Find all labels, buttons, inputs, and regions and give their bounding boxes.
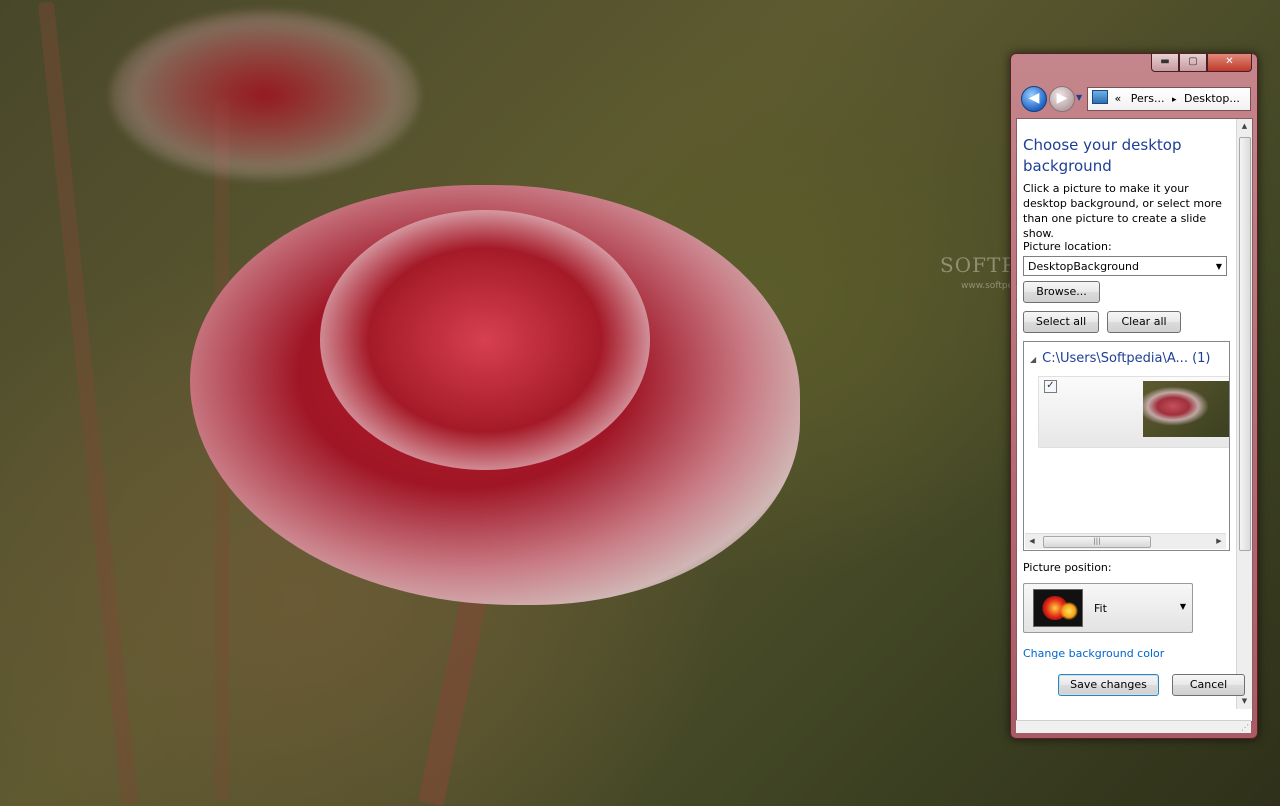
gallery-horizontal-scrollbar[interactable]: ◀ ||| ▶ bbox=[1025, 533, 1226, 549]
picture-location-value: DesktopBackground bbox=[1028, 260, 1139, 273]
vertical-scrollbar[interactable]: ▲ ▼ bbox=[1236, 119, 1252, 709]
collapse-triangle-icon[interactable]: ◢ bbox=[1030, 355, 1036, 364]
picture-tile[interactable]: ✓ bbox=[1038, 376, 1229, 448]
picture-location-select[interactable]: DesktopBackground ▼ bbox=[1023, 256, 1227, 276]
breadcrumb-separator-icon: ▸ bbox=[1172, 95, 1177, 105]
scroll-left-icon[interactable]: ◀ bbox=[1025, 534, 1039, 549]
scroll-right-icon[interactable]: ▶ bbox=[1212, 534, 1226, 549]
gallery-group-header[interactable]: ◢ C:\Users\Softpedia\A... (1) bbox=[1030, 351, 1211, 366]
breadcrumb-desktop-background[interactable]: Desktop... bbox=[1184, 92, 1240, 105]
scroll-down-icon[interactable]: ▼ bbox=[1237, 694, 1252, 709]
horizontal-scroll-thumb[interactable]: ||| bbox=[1043, 536, 1151, 548]
rose-stem bbox=[417, 589, 489, 806]
maximize-button[interactable]: ▢ bbox=[1179, 54, 1207, 72]
minimize-button[interactable]: ▬ bbox=[1151, 54, 1179, 72]
picture-position-select[interactable]: Fit ▼ bbox=[1023, 583, 1193, 633]
rose-thumbnail-image[interactable] bbox=[1143, 381, 1229, 437]
recent-pages-dropdown-icon[interactable]: ▼ bbox=[1076, 93, 1082, 102]
picture-location-label: Picture location: bbox=[1023, 240, 1112, 253]
control-panel-icon bbox=[1092, 90, 1108, 104]
gallery-group-title: C:\Users\Softpedia\A... (1) bbox=[1042, 351, 1211, 366]
breadcrumb-personalization[interactable]: Pers... bbox=[1131, 92, 1165, 105]
page-description: Click a picture to make it your desktop … bbox=[1023, 182, 1222, 240]
save-changes-button[interactable]: Save changes bbox=[1058, 674, 1159, 696]
scroll-up-icon[interactable]: ▲ bbox=[1237, 119, 1252, 134]
resize-grip-icon[interactable]: ⋰ bbox=[1241, 723, 1249, 732]
chevron-down-icon: ▼ bbox=[1179, 602, 1186, 611]
change-background-color-link[interactable]: Change background color bbox=[1023, 647, 1164, 660]
page-title: Choose your desktop background bbox=[1023, 136, 1182, 175]
background-rose-bud bbox=[110, 10, 420, 180]
browse-button[interactable]: Browse... bbox=[1023, 281, 1100, 303]
clear-all-button[interactable]: Clear all bbox=[1107, 311, 1181, 333]
cancel-button[interactable]: Cancel bbox=[1172, 674, 1245, 696]
vertical-scroll-thumb[interactable] bbox=[1239, 137, 1251, 551]
back-arrow-icon[interactable]: ◀ bbox=[1021, 86, 1047, 112]
picture-position-label: Picture position: bbox=[1023, 561, 1112, 574]
content-pane: Choose your desktop background Click a p… bbox=[1016, 118, 1253, 722]
personalization-window: ▬ ▢ ✕ ◀ ▶ ▼ « Pers... ▸ Desktop... Choos… bbox=[1010, 53, 1258, 739]
picture-gallery: ◢ C:\Users\Softpedia\A... (1) ✓ ◀ ||| ▶ bbox=[1023, 341, 1230, 551]
picture-checkbox[interactable]: ✓ bbox=[1044, 380, 1057, 393]
breadcrumb-overflow[interactable]: « bbox=[1115, 92, 1122, 105]
position-preview-icon bbox=[1033, 589, 1083, 627]
navigation-bar: ◀ ▶ ▼ « Pers... ▸ Desktop... bbox=[1019, 84, 1251, 112]
close-button[interactable]: ✕ bbox=[1207, 54, 1252, 72]
chevron-down-icon: ▼ bbox=[1215, 262, 1222, 271]
select-all-button[interactable]: Select all bbox=[1023, 311, 1099, 333]
flower-preview-icon-2 bbox=[1060, 602, 1078, 620]
status-bar: ⋰ bbox=[1016, 720, 1251, 733]
address-bar[interactable]: « Pers... ▸ Desktop... bbox=[1087, 87, 1251, 111]
frosted-rose-center bbox=[320, 210, 650, 470]
picture-position-value: Fit bbox=[1094, 602, 1107, 615]
forward-arrow-icon[interactable]: ▶ bbox=[1049, 86, 1075, 112]
window-controls: ▬ ▢ ✕ bbox=[1151, 54, 1252, 72]
